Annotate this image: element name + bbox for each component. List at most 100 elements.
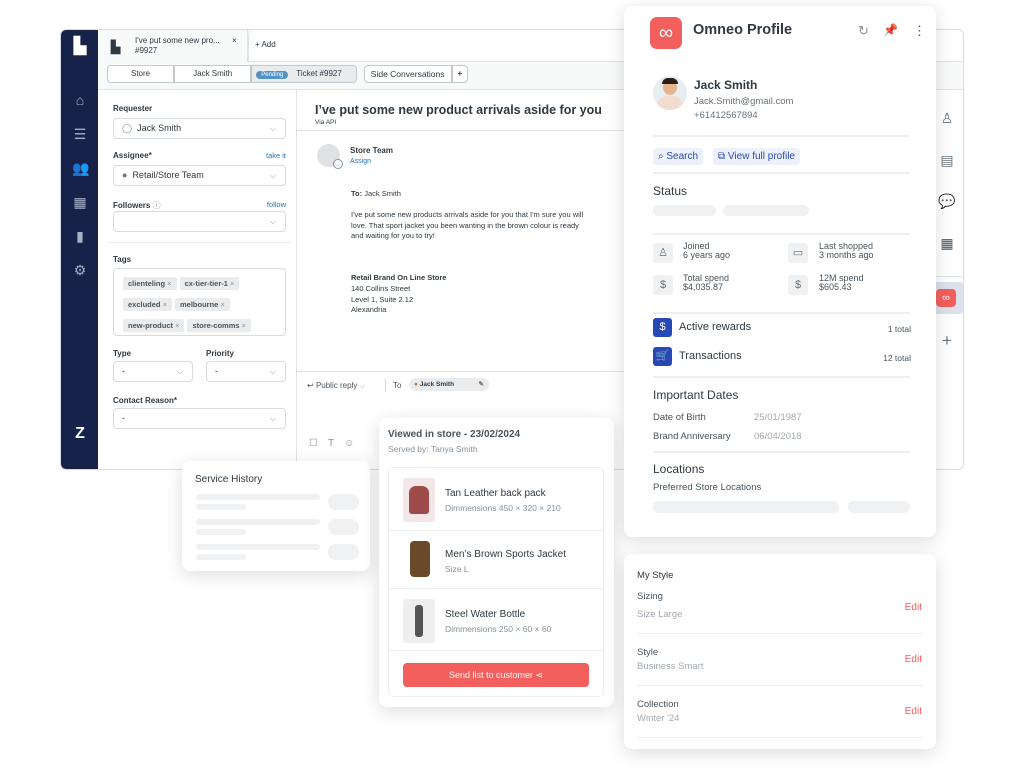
remove-tag-icon[interactable]: × bbox=[173, 321, 179, 330]
transactions-row[interactable]: 🛒 Transactions 12 total bbox=[653, 347, 911, 367]
breadcrumb-store[interactable]: Store bbox=[107, 65, 175, 83]
assignee-select[interactable]: ● Retail/Store Team ⌵ bbox=[113, 165, 286, 186]
stat-12m-spend: 12M spend $605.43 bbox=[819, 273, 864, 292]
apps-grid-icon[interactable]: ▦ bbox=[938, 235, 956, 253]
style-item-label: Style bbox=[637, 647, 659, 658]
divider bbox=[108, 242, 291, 243]
locations-heading: Locations bbox=[653, 462, 705, 476]
remove-tag-icon[interactable]: × bbox=[240, 321, 246, 330]
send-list-button[interactable]: Send list to customer ⋖ bbox=[403, 663, 589, 687]
zendesk-z-icon[interactable]: Z bbox=[72, 426, 88, 442]
knowledge-icon[interactable]: ▤ bbox=[938, 152, 956, 170]
skeleton-line bbox=[196, 494, 320, 500]
divider bbox=[637, 633, 923, 634]
type-select[interactable]: - ⌵ bbox=[113, 361, 193, 382]
reporting-icon[interactable]: ▮ bbox=[72, 228, 88, 244]
avatar: ● bbox=[414, 381, 418, 388]
stat-total-spend: Total spend $4,035.87 bbox=[683, 273, 730, 292]
product-detail: Size L bbox=[445, 564, 469, 574]
reply-to-label: To bbox=[393, 381, 402, 390]
chevron-down-icon: ⌵ bbox=[269, 217, 276, 226]
text-format-icon[interactable]: T bbox=[328, 438, 344, 449]
emoji-icon[interactable]: ☺ bbox=[344, 438, 364, 449]
assign-link[interactable]: Assign bbox=[350, 158, 371, 165]
chevron-down-icon: ⌵ bbox=[269, 414, 276, 423]
followers-label: Followers ⓘ bbox=[113, 201, 161, 210]
contact-reason-value: - bbox=[122, 413, 125, 423]
served-by: Served by: Tanya Smith bbox=[388, 444, 478, 454]
tag-chip[interactable]: melbourne × bbox=[174, 298, 230, 311]
product-item[interactable]: Tan Leather back pack Dimmensions 450 × … bbox=[389, 468, 603, 531]
customers-icon[interactable]: 👥 bbox=[72, 160, 89, 176]
user-icon: ◯ bbox=[122, 123, 133, 133]
product-name: Steel Water Bottle bbox=[445, 609, 526, 620]
pin-icon[interactable]: 📌 bbox=[883, 23, 898, 37]
ticket-tab[interactable]: ▙ I've put some new pro... #9927 × bbox=[98, 30, 248, 62]
priority-select[interactable]: - ⌵ bbox=[206, 361, 286, 382]
remove-tag-icon[interactable]: × bbox=[228, 279, 234, 288]
edit-style-button[interactable]: Edit bbox=[905, 654, 922, 665]
tag-chip[interactable]: excluded × bbox=[123, 298, 172, 311]
user-profile-icon[interactable]: ♙ bbox=[938, 110, 956, 128]
product-item[interactable]: Steel Water Bottle Dimmensions 250 × 60 … bbox=[389, 589, 603, 651]
contact-reason-select[interactable]: - ⌵ bbox=[113, 408, 286, 429]
stat-joined: Joined 6 years ago bbox=[683, 241, 731, 260]
product-image bbox=[403, 538, 435, 582]
add-side-conversation-button[interactable]: + bbox=[451, 65, 469, 83]
edit-collection-button[interactable]: Edit bbox=[905, 706, 922, 717]
search-button[interactable]: ⌕ Search bbox=[653, 148, 704, 165]
breadcrumb-ticket[interactable]: Pending Ticket #9927 bbox=[251, 65, 357, 83]
edit-sizing-button[interactable]: Edit bbox=[905, 602, 922, 613]
tags-input[interactable]: clienteling × cx-tier-tier-1 × excluded × m… bbox=[113, 268, 286, 336]
priority-label: Priority bbox=[206, 349, 235, 358]
zendesk-logo-icon[interactable]: ▙ bbox=[72, 39, 88, 55]
follow-link[interactable]: follow bbox=[267, 200, 286, 209]
compose-icon[interactable]: ☐ bbox=[309, 438, 328, 449]
style-item-label: Sizing bbox=[637, 591, 663, 602]
remove-tag-icon[interactable]: × bbox=[161, 300, 167, 309]
chevron-down-icon: ⌵ bbox=[269, 367, 276, 376]
tag-chip[interactable]: cx-tier-tier-1 × bbox=[179, 277, 240, 290]
tag-chip[interactable]: clienteling × bbox=[123, 277, 177, 290]
product-item[interactable]: Men’s Brown Sports Jacket Size L bbox=[389, 531, 603, 589]
add-app-icon[interactable]: + bbox=[938, 331, 956, 350]
refresh-icon[interactable]: ↻ bbox=[858, 23, 869, 39]
skeleton-line bbox=[196, 519, 320, 525]
add-tab-button[interactable]: + Add bbox=[255, 40, 276, 49]
main-nav: ▙ ⌂ ☰ 👥 ▦ ▮ ⚙ Z bbox=[61, 30, 98, 469]
remove-tag-icon[interactable]: × bbox=[218, 300, 224, 309]
product-name: Tan Leather back pack bbox=[445, 488, 546, 499]
settings-icon[interactable]: ⚙ bbox=[72, 262, 88, 278]
important-dates-heading: Important Dates bbox=[653, 388, 739, 402]
type-label: Type bbox=[113, 349, 132, 358]
remove-tag-icon[interactable]: × bbox=[165, 279, 171, 288]
breadcrumb-requester[interactable]: Jack Smith bbox=[174, 65, 252, 83]
organizations-icon[interactable]: ▦ bbox=[72, 194, 88, 210]
edit-pencil-icon: ✎ bbox=[478, 381, 484, 388]
followers-select[interactable]: ⌵ bbox=[113, 211, 286, 232]
more-options-icon[interactable]: ⋮ bbox=[913, 23, 926, 39]
my-style-title: My Style bbox=[637, 570, 674, 581]
reply-mode-select[interactable]: ↩ Public reply ⌵ bbox=[307, 381, 365, 391]
skeleton-pill bbox=[328, 519, 359, 535]
tag-chip[interactable]: new-product × bbox=[123, 319, 185, 332]
take-it-link[interactable]: take it bbox=[266, 151, 286, 160]
close-tab-icon[interactable]: × bbox=[232, 36, 237, 45]
side-conversations-button[interactable]: Side Conversations bbox=[363, 65, 452, 83]
requester-select[interactable]: ◯ Jack Smith ⌵ bbox=[113, 118, 286, 139]
side-chat-icon[interactable]: 💬 bbox=[938, 193, 956, 211]
to-line: To: Jack Smith bbox=[351, 189, 401, 198]
view-full-profile-button[interactable]: ⧉ View full profile bbox=[713, 148, 800, 165]
conversation-panel: I’ve put some new product arrivals aside… bbox=[297, 90, 627, 469]
dollar-icon: $ bbox=[653, 318, 672, 337]
recipient-chip[interactable]: ● Jack Smith ✎ bbox=[409, 378, 489, 391]
author-name: Store Team bbox=[350, 146, 393, 155]
active-rewards-row[interactable]: $ Active rewards 1 total bbox=[653, 318, 911, 338]
ticket-via: Via API bbox=[315, 119, 337, 126]
dob-value: 25/01/1987 bbox=[754, 412, 802, 423]
message-body: I've put some new products arrivals asid… bbox=[351, 210, 584, 240]
home-icon[interactable]: ⌂ bbox=[72, 92, 88, 108]
viewed-in-store-card: Viewed in store - 23/02/2024 Served by: … bbox=[379, 418, 614, 707]
tag-chip[interactable]: store-comms × bbox=[187, 319, 252, 332]
views-icon[interactable]: ☰ bbox=[72, 126, 88, 142]
